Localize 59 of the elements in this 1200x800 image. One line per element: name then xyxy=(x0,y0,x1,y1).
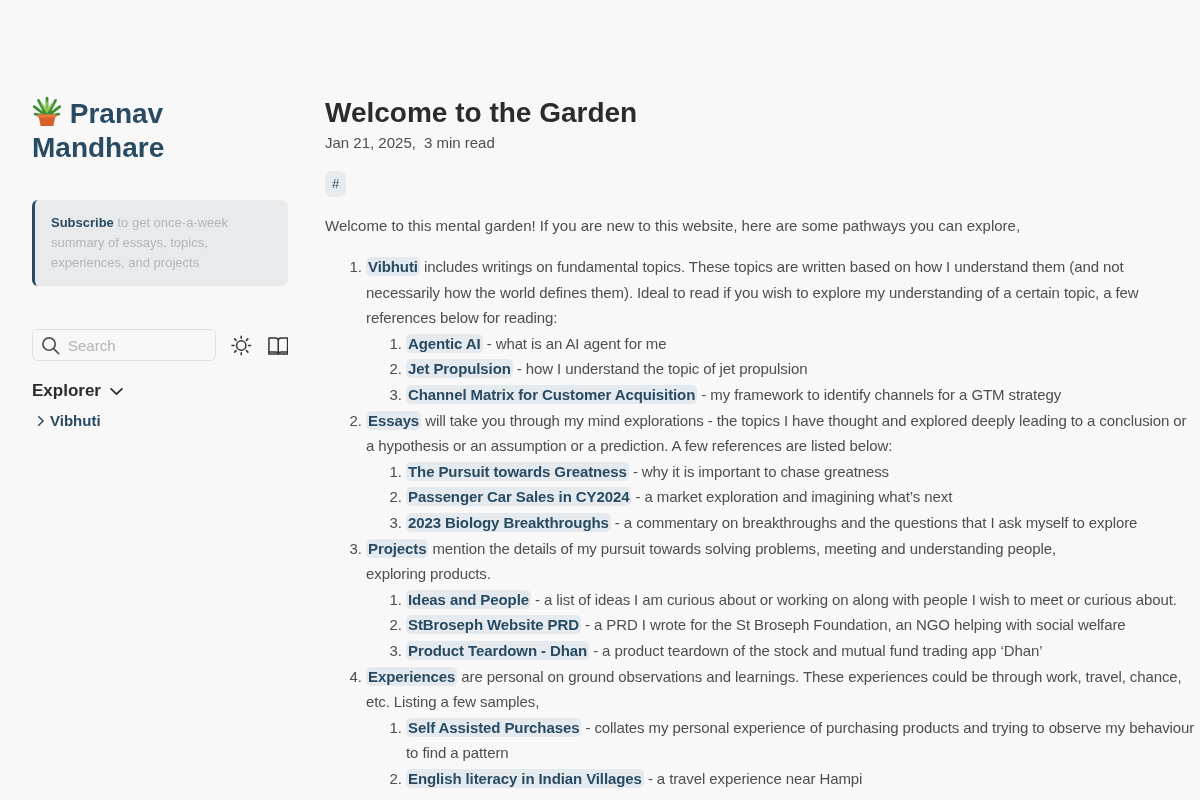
list-number: 3. xyxy=(388,640,402,661)
list-item-text: Product Teardown - Dhan - a product teardown of the stock and mutual fund trading app ‘Dhan’ xyxy=(406,639,1044,662)
list-item-text: English literacy in Indian Villages - a travel experience near Hampi xyxy=(406,767,864,790)
page-link[interactable]: The Pursuit towards Greatness xyxy=(406,461,629,481)
list-number: 1. xyxy=(388,717,402,738)
list-item-text: Passenger Car Sales in CY2024 - a market exploration and imagining what’s next xyxy=(406,486,954,509)
list-item-text: Channel Matrix for Customer Acquisition - my framework to identify channels for a GTM strategy xyxy=(406,383,1063,406)
list-item-text: 2023 Biology Breakthroughs - a commentary on breakthroughs and the questions that I ask myself to explore xyxy=(406,511,1139,534)
list-item-text: StBroseph Website PRD - a PRD I wrote for the St Broseph Foundation, an NGO helping with social welfare xyxy=(406,614,1127,637)
explorer-toggle[interactable]: Explorer xyxy=(32,381,124,401)
list-item-text: Projects mention the details of my pursuit towards solving problems, meeting and understanding people, exploring products. xyxy=(366,537,1058,585)
search-icon xyxy=(41,336,60,355)
page-link[interactable]: Passenger Car Sales in CY2024 xyxy=(406,487,632,507)
list-item-text: Essays will take you through my mind explorations - the topics I have thought and explored deeply leading to a conclusion or a hypothesis or an assumption or a prediction. A few references are listed below: xyxy=(366,409,1188,457)
page-link[interactable]: Projects xyxy=(366,538,429,558)
list-item-text: Ideas and People - a list of ideas I am curious about or working on along with people I wish to meet or curious about. xyxy=(406,588,1178,611)
list-number: 3. xyxy=(388,384,402,405)
potted-plant-icon xyxy=(32,95,62,127)
reading-time: 3 min read xyxy=(423,133,495,153)
page-link[interactable]: Agentic AI xyxy=(406,333,483,353)
page-link[interactable]: Self Assisted Purchases xyxy=(406,717,582,737)
list-number: 1. xyxy=(388,333,402,354)
list-item-text: Vibhuti includes writings on fundamental topics. These topics are written based on how I understand them (and not necessarily how the world defines them). Ideal to read if you wish to explore my understanding of a certain topic, a few references below for reading: xyxy=(366,256,1140,329)
list-number: 1. xyxy=(388,461,402,482)
list-number: 1. xyxy=(348,257,362,277)
page-link[interactable]: StBroseph Website PRD xyxy=(406,615,581,635)
page-link[interactable]: 2023 Biology Breakthroughs xyxy=(406,512,611,532)
page-link[interactable]: Essays xyxy=(366,410,422,430)
folder-item[interactable]: Vibhuti xyxy=(37,411,101,431)
list-item-text: Experiences are personal on ground observations and learnings. These experiences could be through work, travel, chance, etc. Listing a few samples, xyxy=(366,665,1183,713)
page-link[interactable]: English literacy in Indian Villages xyxy=(406,768,644,788)
list-item-text: Agentic AI - what is an AI agent for me xyxy=(406,332,668,355)
site-title-link[interactable]: Pranav Mandhare xyxy=(32,95,232,165)
list-item-text: The Pursuit towards Greatness - why it is important to chase greatness xyxy=(406,460,890,483)
list-number: 3. xyxy=(388,512,402,533)
page-link[interactable]: Ideas and People xyxy=(406,589,531,609)
page-link[interactable]: Experiences xyxy=(366,666,458,686)
search-field[interactable]: Search xyxy=(32,329,216,361)
book-icon[interactable] xyxy=(267,335,288,355)
list-item-text: Jet Propulsion - how I understand the topic of jet propulsion xyxy=(406,358,809,381)
publish-date: Jan 21, 2025, xyxy=(325,133,416,153)
page-link[interactable]: Vibhuti xyxy=(366,257,420,276)
list-number: 2. xyxy=(348,410,362,431)
sun-icon[interactable] xyxy=(231,334,252,356)
list-number: 4. xyxy=(348,666,362,687)
list-number: 2. xyxy=(388,359,402,380)
page-link[interactable]: Product Teardown - Dhan xyxy=(406,640,590,660)
intro-paragraph: Welcome to this mental garden! If you are new to this website, here are some pathways you can explore, xyxy=(325,216,1022,236)
subscribe-link[interactable]: Subscribe xyxy=(51,215,114,230)
tag-link[interactable]: # xyxy=(325,171,347,197)
list-number: 2. xyxy=(388,615,402,636)
list-item-text: Self Assisted Purchases - collates my personal experience of purchasing products and trying to observe my behaviour to find a pattern xyxy=(406,716,1196,764)
list-number: 2. xyxy=(388,487,402,508)
page-link[interactable]: Jet Propulsion xyxy=(406,359,513,379)
article-title: Welcome to the Garden xyxy=(325,96,639,130)
list-number: 1. xyxy=(388,589,402,610)
page-link[interactable]: Channel Matrix for Customer Acquisition xyxy=(406,384,698,404)
list-number: 2. xyxy=(388,768,402,789)
list-number: 3. xyxy=(348,538,362,559)
